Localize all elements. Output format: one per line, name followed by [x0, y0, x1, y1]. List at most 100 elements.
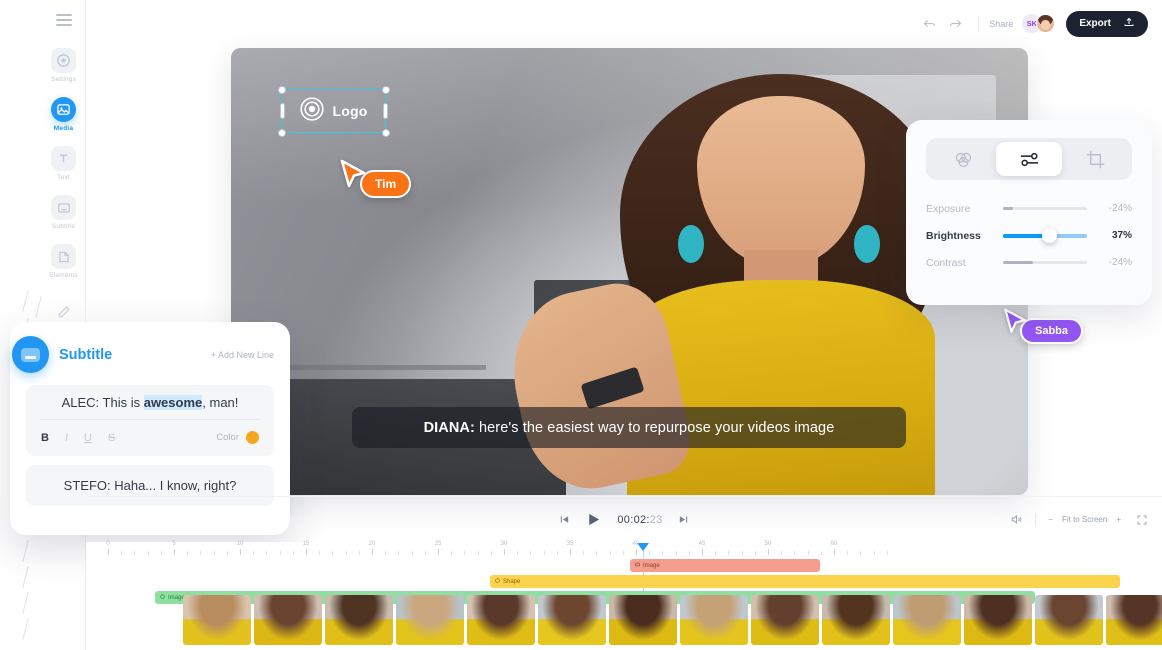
filmstrip-thumbnail[interactable] — [254, 595, 322, 645]
crop-icon[interactable] — [1062, 142, 1128, 176]
timeline[interactable]: 0 5 10 15 20 25 30 35 40 45 50 60 Image Shape Image — [86, 541, 1162, 650]
ruler-tick-minor — [187, 551, 189, 555]
filmstrip-thumbnail[interactable] — [822, 595, 890, 645]
zoom-out-button[interactable]: − — [1048, 515, 1053, 524]
ruler-tick-minor — [213, 551, 215, 555]
adjust-row-brightness[interactable]: Brightness 37% — [926, 222, 1132, 249]
filmstrip[interactable]: + — [183, 594, 1162, 646]
subtitle-line-card[interactable]: ALEC: This is awesome, man! B I U S Colo… — [26, 385, 274, 456]
color-swatch[interactable] — [246, 431, 259, 444]
ruler-tick-minor — [266, 551, 268, 555]
video-subtitle-overlay[interactable]: DIANA: here's the easiest way to repurpo… — [352, 407, 906, 448]
brightness-slider-knob[interactable] — [1041, 228, 1057, 243]
filmstrip-thumbnail[interactable] — [964, 595, 1032, 645]
underline-button[interactable]: U — [84, 432, 92, 444]
subtitle-line-1-pre: ALEC: This is — [61, 395, 144, 410]
bold-button[interactable]: B — [41, 432, 49, 444]
undo-arrow-icon[interactable] — [916, 11, 942, 37]
filmstrip-thumbnail[interactable] — [183, 595, 251, 645]
export-button[interactable]: Export — [1066, 10, 1148, 37]
timeline-ruler[interactable]: 0 5 10 15 20 25 30 35 40 45 50 60 — [100, 541, 1162, 610]
exposure-slider[interactable] — [1003, 207, 1087, 210]
color-wheels-icon[interactable] — [930, 142, 996, 176]
filmstrip-thumbnail[interactable] — [1035, 595, 1103, 645]
filmstrip-thumbnail[interactable] — [893, 595, 961, 645]
sidebar-item-text[interactable]: Text — [42, 146, 85, 181]
ruler-tick-minor — [543, 551, 545, 555]
text-t-icon — [51, 146, 76, 171]
resize-handle-ml[interactable] — [279, 103, 285, 119]
ruler-tick — [108, 549, 109, 555]
skip-next-icon[interactable] — [678, 514, 689, 525]
ruler-label: 20 — [368, 541, 376, 547]
filmstrip-thumbnail[interactable] — [1106, 595, 1162, 645]
italic-button[interactable]: I — [65, 432, 68, 444]
color-picker[interactable]: Color — [216, 431, 259, 444]
adjust-tabs — [926, 138, 1132, 180]
filmstrip-thumbnail[interactable] — [680, 595, 748, 645]
hamburger-icon[interactable] — [55, 14, 72, 26]
adjust-panel: Exposure -24% Brightness 37% Contrast -2… — [906, 120, 1152, 305]
ruler-tick-minor — [160, 551, 162, 555]
skip-previous-icon[interactable] — [559, 514, 570, 525]
ruler-tick-minor — [649, 551, 651, 555]
resize-handle-tr[interactable] — [381, 85, 390, 94]
sidebar-item-elements[interactable]: Elements — [42, 244, 85, 279]
filmstrip-thumbnail[interactable] — [751, 595, 819, 645]
strikethrough-button[interactable]: S — [108, 432, 115, 444]
sidebar-item-subtitle[interactable]: Subtitle — [42, 195, 85, 230]
ruler-tick-minor — [345, 551, 347, 555]
sidebar-item-media[interactable]: Media — [42, 97, 85, 132]
ruler-tick-minor — [873, 551, 875, 555]
resize-handle-mr[interactable] — [382, 103, 388, 119]
ruler-tick — [306, 549, 307, 555]
share-button[interactable]: Share — [989, 19, 1013, 29]
ruler-tick-minor — [860, 551, 862, 555]
adjust-row-exposure[interactable]: Exposure -24% — [926, 195, 1132, 222]
ruler-tick-minor — [794, 551, 796, 555]
ruler-tick-minor — [622, 551, 624, 555]
filmstrip-thumbnail[interactable] — [609, 595, 677, 645]
timeline-tracks: Image Shape Image — [100, 559, 1162, 604]
subtitle-line-1-post: , man! — [202, 395, 239, 410]
ruler-tick-minor — [226, 551, 228, 555]
adjust-row-contrast[interactable]: Contrast -24% — [926, 249, 1132, 276]
ruler-tick — [570, 549, 571, 555]
filmstrip-thumbnail[interactable] — [396, 595, 464, 645]
subtitle-speaker: DIANA: — [423, 419, 475, 436]
resize-handle-br[interactable] — [381, 128, 390, 137]
top-toolbar: Share SK Export — [86, 0, 1162, 47]
sidebar-item-settings[interactable]: Settings — [42, 48, 85, 83]
filmstrip-thumbnail[interactable] — [538, 595, 606, 645]
timeline-clip-image[interactable]: Image — [630, 559, 820, 572]
fullscreen-icon[interactable] — [1136, 514, 1148, 526]
adjust-label: Brightness — [926, 229, 981, 242]
filmstrip-thumbnail[interactable] — [467, 595, 535, 645]
ruler-label: 0 — [106, 541, 110, 547]
logo-label: Logo — [332, 103, 368, 119]
redo-arrow-icon[interactable] — [942, 11, 968, 37]
ruler-tick — [702, 549, 703, 555]
sliders-icon[interactable] — [996, 142, 1062, 176]
zoom-in-button[interactable]: + — [1116, 515, 1121, 524]
elements-icon — [51, 244, 76, 269]
ruler-label: 5 — [172, 541, 176, 547]
adjust-rows: Exposure -24% Brightness 37% Contrast -2… — [926, 195, 1132, 276]
filmstrip-thumbnail[interactable] — [325, 595, 393, 645]
avatar[interactable] — [1036, 14, 1056, 33]
zoom-level-label[interactable]: Fit to Screen — [1062, 515, 1107, 524]
ruler-tick-minor — [556, 551, 558, 555]
add-new-line-button[interactable]: + Add New Line — [211, 350, 274, 360]
ruler-tick-minor — [728, 551, 730, 555]
divider — [1035, 513, 1037, 526]
logo-selection-box[interactable]: Logo — [277, 85, 390, 137]
brightness-slider[interactable] — [1003, 228, 1087, 243]
play-icon[interactable] — [585, 511, 602, 528]
ruler-label: 15 — [302, 541, 310, 547]
contrast-slider[interactable] — [1003, 261, 1087, 264]
resize-handle-tl[interactable] — [277, 85, 286, 94]
resize-handle-bl[interactable] — [277, 128, 286, 137]
ruler-tick-minor — [319, 551, 321, 555]
volume-icon[interactable] — [1010, 513, 1023, 526]
timeline-clip-shape[interactable]: Shape — [490, 575, 1120, 588]
